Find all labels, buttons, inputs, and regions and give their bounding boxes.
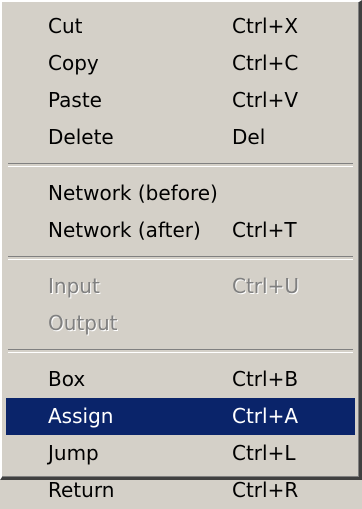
menu-item-label: Output [48,311,118,335]
menu-item-label: Delete [48,125,114,149]
menu-item-return[interactable]: Return Ctrl+R [6,472,355,509]
menu-item-shortcut: Ctrl+X [232,14,299,38]
menu-item-input: Input Ctrl+U [6,268,355,305]
menu-item-label: Network (after) [48,218,201,242]
menu-item-box[interactable]: Box Ctrl+B [6,361,355,398]
menu-item-jump[interactable]: Jump Ctrl+L [6,435,355,472]
menu-item-shortcut: Ctrl+T [232,218,297,242]
menu-separator [8,256,353,260]
menu-item-shortcut: Ctrl+U [232,274,299,298]
menu-item-label: Paste [48,88,102,112]
menu-item-shortcut: Ctrl+L [232,441,296,465]
menu-item-label: Jump [48,441,99,465]
menu-item-label: Network (before) [48,181,218,205]
menu-separator [8,163,353,167]
menu-separator [8,349,353,353]
menu-item-network-before[interactable]: Network (before) [6,175,355,212]
menu-item-label: Copy [48,51,99,75]
menu-item-shortcut: Ctrl+R [232,478,299,502]
menu-item-label: Assign [48,404,114,428]
menu-item-copy[interactable]: Copy Ctrl+C [6,45,355,82]
menu-item-shortcut: Del [232,125,266,149]
menu-item-assign[interactable]: Assign Ctrl+A [6,398,355,435]
menu-item-label: Input [48,274,100,298]
menu-item-delete[interactable]: Delete Del [6,119,355,156]
menu-item-label: Return [48,478,115,502]
menu-item-output: Output [6,305,355,342]
menu-item-shortcut: Ctrl+A [232,404,299,428]
menu-item-shortcut: Ctrl+B [232,367,299,391]
menu-item-label: Cut [48,14,83,38]
menu-item-shortcut: Ctrl+C [232,51,299,75]
menu-item-cut[interactable]: Cut Ctrl+X [6,8,355,45]
context-menu: Cut Ctrl+X Copy Ctrl+C Paste Ctrl+V Dele… [0,0,362,502]
menu-item-network-after[interactable]: Network (after) Ctrl+T [6,212,355,249]
menu-item-paste[interactable]: Paste Ctrl+V [6,82,355,119]
menu-item-label: Box [48,367,86,391]
menu-item-shortcut: Ctrl+V [232,88,299,112]
